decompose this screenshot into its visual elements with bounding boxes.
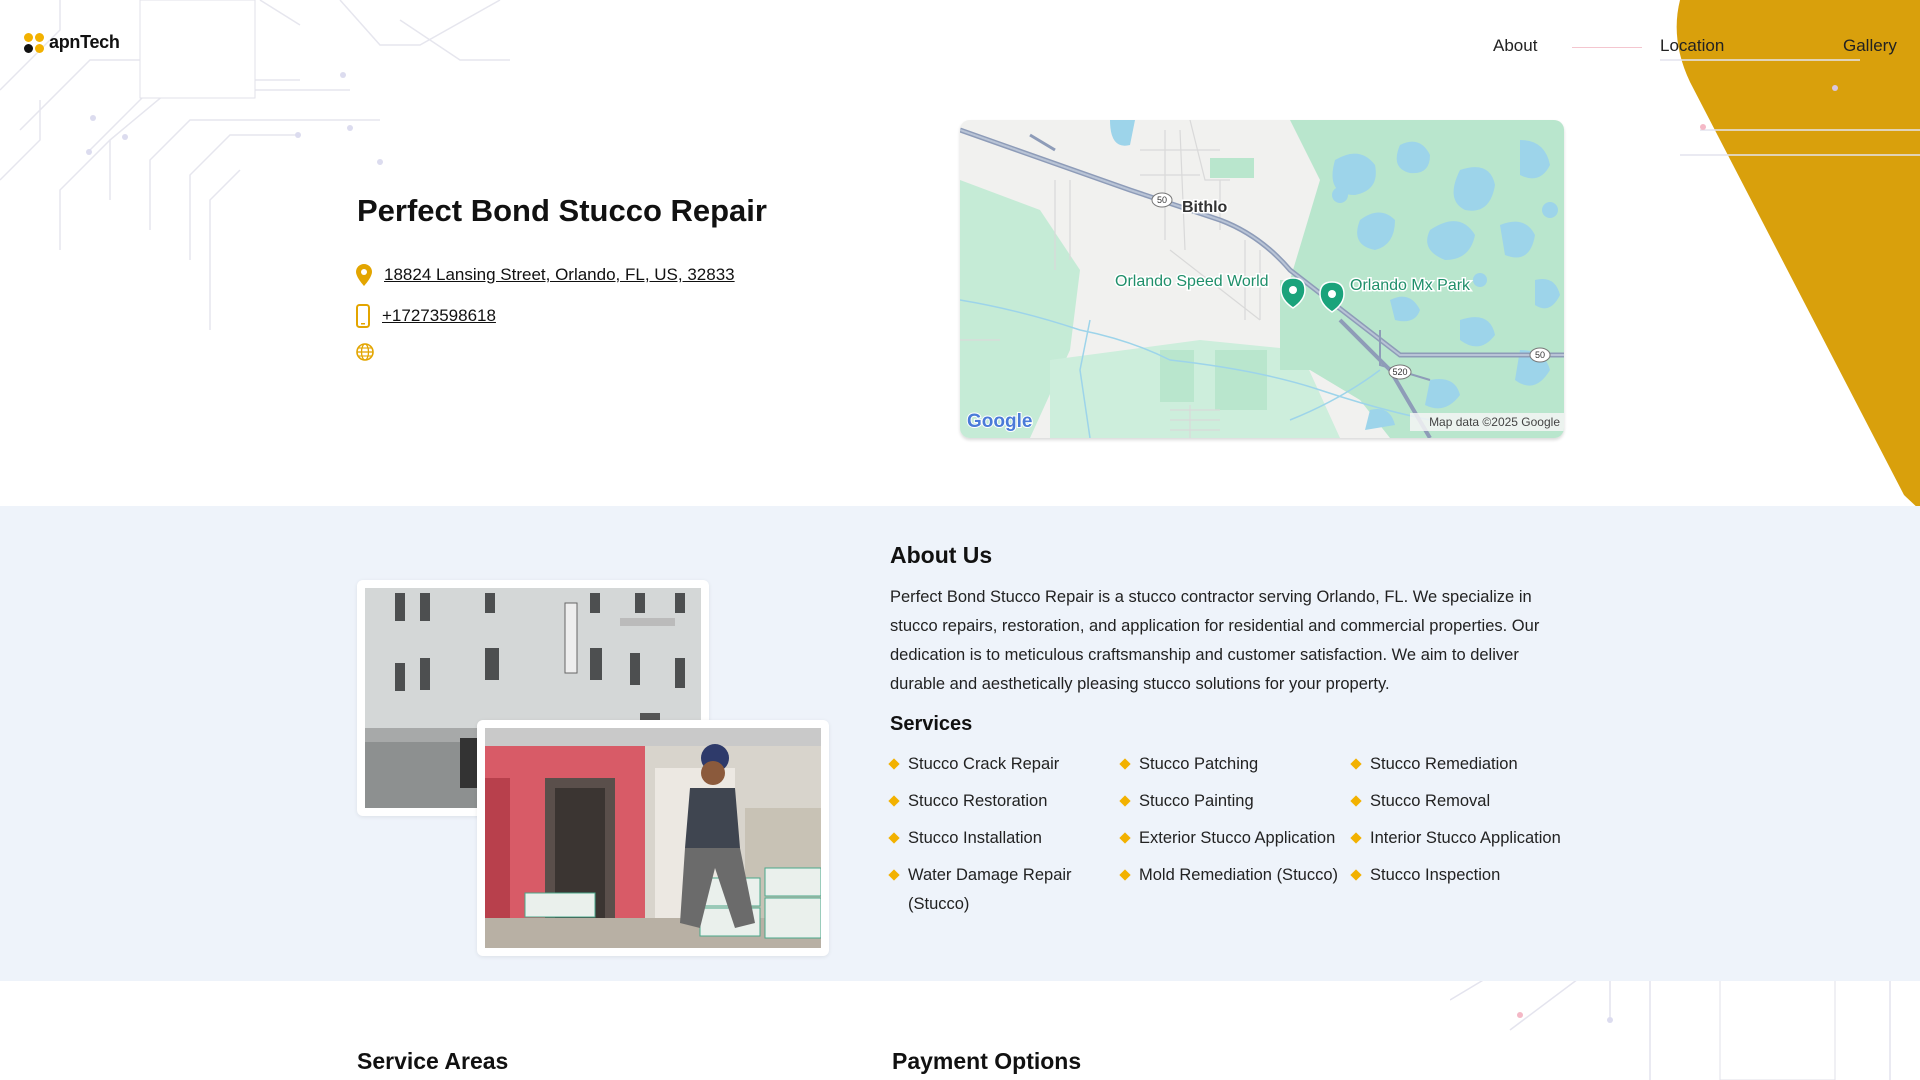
logo[interactable]: apnTech bbox=[24, 32, 120, 53]
bullet-icon bbox=[888, 832, 900, 844]
bullet-icon bbox=[1119, 869, 1131, 881]
route-shield-50: 50 bbox=[1535, 350, 1545, 360]
service-label: Stucco Restoration bbox=[908, 792, 1048, 810]
service-item: Water Damage Repair (Stucco) bbox=[888, 861, 1121, 919]
service-label: Stucco Patching bbox=[1139, 755, 1259, 773]
service-item: Stucco Inspection bbox=[1350, 861, 1580, 919]
bullet-icon bbox=[1350, 758, 1362, 770]
logo-icon bbox=[24, 32, 44, 53]
map-label-speed-world: Orlando Speed World bbox=[1115, 273, 1269, 290]
service-label: Stucco Painting bbox=[1139, 792, 1254, 810]
map-label-mx-park: Orlando Mx Park bbox=[1350, 277, 1471, 294]
services-list: Stucco Crack Repair Stucco Patching Stuc… bbox=[888, 750, 1580, 919]
service-label: Stucco Remediation bbox=[1370, 755, 1518, 773]
nav-gallery[interactable]: Gallery bbox=[1843, 36, 1897, 56]
bullet-icon bbox=[1119, 832, 1131, 844]
about-text: Perfect Bond Stucco Repair is a stucco c… bbox=[890, 588, 1540, 693]
service-label: Stucco Inspection bbox=[1370, 866, 1501, 884]
location-map[interactable]: 50 520 50 Bithlo Orlando Speed World Orl… bbox=[960, 120, 1564, 438]
service-label: Mold Remediation (Stucco) bbox=[1139, 866, 1338, 884]
service-item: Stucco Installation bbox=[888, 824, 1121, 853]
service-item: Stucco Painting bbox=[1119, 787, 1352, 816]
gallery-photo-worker[interactable] bbox=[477, 720, 829, 956]
service-item: Interior Stucco Application bbox=[1350, 824, 1580, 853]
nav-about[interactable]: About bbox=[1493, 36, 1537, 56]
phone-icon bbox=[356, 304, 370, 328]
google-logo: Google bbox=[967, 411, 1032, 432]
map-label-bithlo: Bithlo bbox=[1182, 199, 1228, 216]
nav-divider bbox=[1572, 47, 1642, 48]
business-name: Perfect Bond Stucco Repair bbox=[357, 193, 767, 228]
website-row bbox=[356, 343, 374, 361]
map-attribution: Map data ©2025 Google bbox=[1429, 415, 1560, 429]
globe-icon[interactable] bbox=[356, 343, 374, 361]
services-title: Services bbox=[890, 713, 973, 735]
service-item: Exterior Stucco Application bbox=[1119, 824, 1352, 853]
service-item: Mold Remediation (Stucco) bbox=[1119, 861, 1352, 919]
service-label: Stucco Installation bbox=[908, 829, 1042, 847]
address-row: 18824 Lansing Street, Orlando, FL, US, 3… bbox=[356, 264, 735, 286]
service-label: Stucco Removal bbox=[1370, 792, 1491, 810]
site-header: apnTech About Location Gallery bbox=[0, 0, 1920, 92]
phone-link[interactable]: +17273598618 bbox=[382, 306, 496, 326]
service-item: Stucco Crack Repair bbox=[888, 750, 1121, 779]
service-item: Stucco Restoration bbox=[888, 787, 1121, 816]
bullet-icon bbox=[888, 869, 900, 881]
route-shield-520: 520 bbox=[1392, 367, 1407, 377]
payment-options-title: Payment Options bbox=[892, 1048, 1082, 1074]
logo-text: apnTech bbox=[49, 32, 120, 52]
service-label: Interior Stucco Application bbox=[1370, 829, 1561, 847]
service-item: Stucco Removal bbox=[1350, 787, 1580, 816]
map-pin-icon bbox=[356, 264, 372, 286]
bullet-icon bbox=[888, 758, 900, 770]
bullet-icon bbox=[888, 795, 900, 807]
nav-location[interactable]: Location bbox=[1660, 36, 1724, 56]
bullet-icon bbox=[1350, 832, 1362, 844]
bullet-icon bbox=[1119, 758, 1131, 770]
service-item: Stucco Remediation bbox=[1350, 750, 1580, 779]
service-label: Water Damage Repair (Stucco) bbox=[908, 866, 1072, 913]
bullet-icon bbox=[1119, 795, 1131, 807]
about-title: About Us bbox=[890, 542, 993, 568]
bullet-icon bbox=[1350, 869, 1362, 881]
service-label: Stucco Crack Repair bbox=[908, 755, 1060, 773]
address-link[interactable]: 18824 Lansing Street, Orlando, FL, US, 3… bbox=[384, 265, 735, 285]
bullet-icon bbox=[1350, 795, 1362, 807]
service-areas-title: Service Areas bbox=[357, 1048, 509, 1074]
service-label: Exterior Stucco Application bbox=[1139, 829, 1336, 847]
service-item: Stucco Patching bbox=[1119, 750, 1352, 779]
route-shield-50: 50 bbox=[1157, 195, 1167, 205]
phone-row: +17273598618 bbox=[356, 304, 496, 328]
